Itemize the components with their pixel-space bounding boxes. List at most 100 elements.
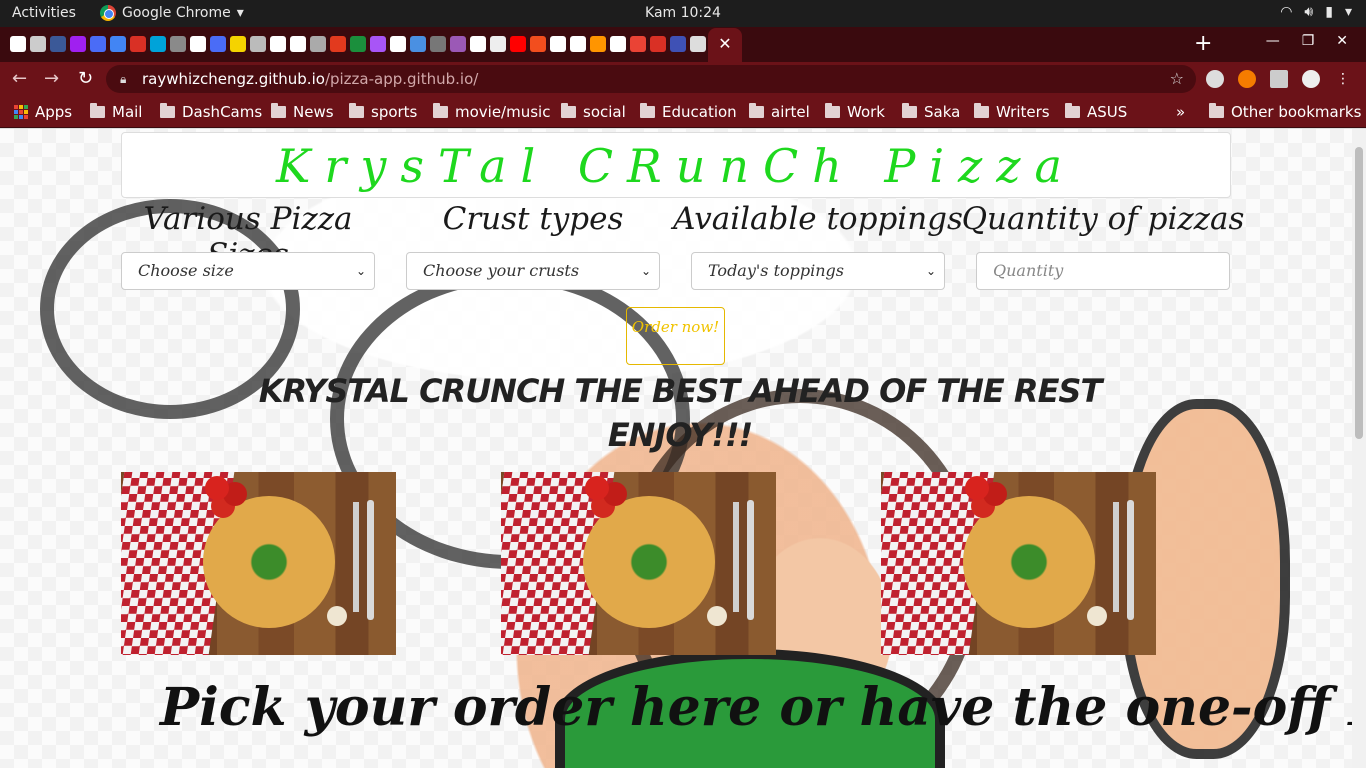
folder-icon: [1065, 103, 1080, 118]
crust-select-value: Choose your crusts: [423, 261, 580, 280]
tab-favicon-icon[interactable]: [510, 36, 526, 52]
bookmark-label: sports: [371, 103, 418, 121]
crust-label: Crust types: [442, 201, 624, 237]
tab-favicon-icon[interactable]: [90, 36, 106, 52]
tab-favicon-icon[interactable]: [650, 36, 666, 52]
bookmark-label: DashCams: [182, 103, 263, 121]
system-tray[interactable]: ◠ 🔊︎ ▮ ▾: [1280, 4, 1352, 20]
reload-button[interactable]: ↻: [78, 68, 93, 89]
folder-icon: [749, 103, 764, 118]
tab-favicon-icon[interactable]: [410, 36, 426, 52]
knife-shape: [1127, 500, 1134, 620]
crust-select[interactable]: Choose your crusts ⌄: [406, 252, 660, 290]
back-button[interactable]: ←: [12, 68, 27, 89]
new-tab-button[interactable]: +: [1194, 31, 1212, 56]
fork-shape: [353, 502, 359, 612]
folder-icon: [90, 103, 105, 118]
bookmark-folder-work[interactable]: Work: [825, 103, 885, 121]
tab-favicon-icon[interactable]: [290, 36, 306, 52]
profile-avatar[interactable]: [1302, 70, 1320, 88]
quantity-input[interactable]: Quantity: [976, 252, 1230, 290]
bookmarks-overflow-button[interactable]: »: [1176, 103, 1185, 121]
tab-favicon-icon[interactable]: [430, 36, 446, 52]
extensions: ⋮: [1206, 70, 1352, 88]
tab-favicon-icon[interactable]: [690, 36, 706, 52]
tab-favicon-icon[interactable]: [50, 36, 66, 52]
bookmark-folder-movie-music[interactable]: movie/music: [433, 103, 550, 121]
folder-icon: [825, 103, 840, 118]
page-viewport: KrysTal CRunCh Pizza Various Pizza Sizes…: [0, 129, 1352, 768]
bookmark-label: Education: [662, 103, 737, 121]
tab-favicon-icon[interactable]: [210, 36, 226, 52]
tab-favicon-icon[interactable]: [310, 36, 326, 52]
size-select[interactable]: Choose size ⌄: [121, 252, 375, 290]
bookmark-folder-saka[interactable]: Saka: [902, 103, 960, 121]
tab-favicon-icon[interactable]: [230, 36, 246, 52]
slogan-line-2: ENJOY!!!: [607, 416, 753, 454]
tab-favicon-icon[interactable]: [530, 36, 546, 52]
bookmark-folder-dashcams[interactable]: DashCams: [160, 103, 262, 121]
tab-favicon-icon[interactable]: [350, 36, 366, 52]
tab-favicon-icon[interactable]: [70, 36, 86, 52]
order-now-button[interactable]: Order now!: [626, 307, 725, 365]
tab-favicon-icon[interactable]: [570, 36, 586, 52]
tab-favicon-icon[interactable]: [390, 36, 406, 52]
active-tab-close-icon[interactable]: ✕: [708, 28, 742, 62]
bookmark-folder-asus[interactable]: ASUS: [1065, 103, 1127, 121]
clock[interactable]: Kam 10:24: [0, 5, 1366, 21]
bookmark-apps[interactable]: Apps: [14, 103, 72, 121]
bookmark-folder-social[interactable]: social: [561, 103, 626, 121]
tab-favicon-icon[interactable]: [150, 36, 166, 52]
bookmark-folder-airtel[interactable]: airtel: [749, 103, 810, 121]
other-bookmarks[interactable]: Other bookmarks: [1209, 103, 1361, 121]
close-icon[interactable]: ✕: [1336, 33, 1348, 49]
tab-favicon-icon[interactable]: [330, 36, 346, 52]
minimize-icon[interactable]: —: [1266, 33, 1280, 49]
tab-favicon-icon[interactable]: [170, 36, 186, 52]
bookmark-label: ASUS: [1087, 103, 1128, 121]
toppings-label: Available toppings: [673, 201, 963, 237]
tab-favicon-icon[interactable]: [550, 36, 566, 52]
bookmark-star-icon[interactable]: ☆: [1170, 65, 1184, 93]
scrollbar-thumb[interactable]: [1355, 147, 1363, 439]
knife-shape: [747, 500, 754, 620]
tab-favicon-icon[interactable]: [590, 36, 606, 52]
tab-favicon-icon[interactable]: [670, 36, 686, 52]
tab-favicon-icon[interactable]: [450, 36, 466, 52]
menu-icon[interactable]: ⋮: [1334, 70, 1352, 88]
fork-shape: [733, 502, 739, 612]
bookmark-folder-writers[interactable]: Writers: [974, 103, 1050, 121]
tab-favicon-icon[interactable]: [610, 36, 626, 52]
tab-favicon-icon[interactable]: [110, 36, 126, 52]
address-bar[interactable]: 🔒︎ raywhizchengz.github.io/pizza-app.git…: [106, 65, 1196, 93]
tab-favicon-icon[interactable]: [130, 36, 146, 52]
puzzle-icon[interactable]: [1270, 70, 1288, 88]
lock-icon[interactable]: 🔒︎: [120, 65, 126, 93]
maximize-icon[interactable]: ❐: [1302, 33, 1315, 49]
chevron-down-icon: ⌄: [355, 264, 366, 278]
bookmark-folder-sports[interactable]: sports: [349, 103, 417, 121]
toppings-select[interactable]: Today's toppings ⌄: [691, 252, 945, 290]
pizza-shape: [583, 496, 715, 628]
tab-favicon-icon[interactable]: [630, 36, 646, 52]
github-extension-icon[interactable]: [1206, 70, 1224, 88]
tab-favicon-icon[interactable]: [470, 36, 486, 52]
fire-extension-icon[interactable]: [1238, 70, 1256, 88]
tab-favicon-icon[interactable]: [270, 36, 286, 52]
bookmark-folder-news[interactable]: News: [271, 103, 334, 121]
fork-shape: [1113, 502, 1119, 612]
bookmark-label: Saka: [924, 103, 961, 121]
tab-favicon-icon[interactable]: [370, 36, 386, 52]
bookmark-folder-mail[interactable]: Mail: [90, 103, 142, 121]
tab-favicon-icon[interactable]: [490, 36, 506, 52]
tab-favicon-icon[interactable]: [190, 36, 206, 52]
chevron-down-icon: ⌄: [640, 264, 651, 278]
url-host: raywhizchengz.github.io: [142, 70, 325, 88]
tab-favicon-icon[interactable]: [30, 36, 46, 52]
bookmark-folder-education[interactable]: Education: [640, 103, 737, 121]
page-scrollbar[interactable]: [1352, 129, 1366, 768]
tab-favicon-icon[interactable]: [250, 36, 266, 52]
forward-button[interactable]: →: [44, 68, 59, 89]
brand-title: KrysTal CRunCh Pizza: [276, 139, 1076, 193]
tab-favicon-icon[interactable]: [10, 36, 26, 52]
